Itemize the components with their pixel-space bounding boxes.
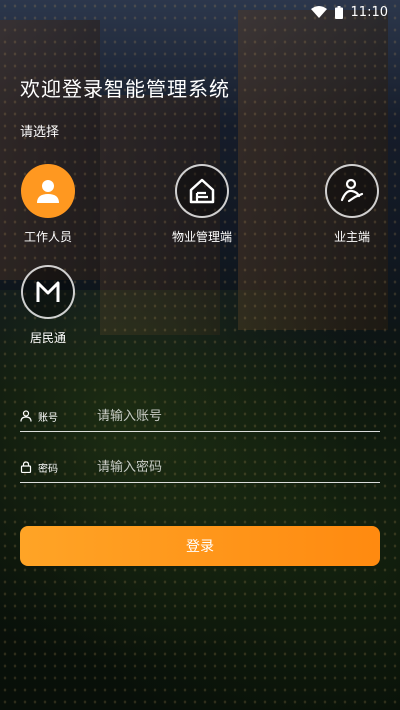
- account-input[interactable]: [95, 407, 359, 425]
- role-property-management[interactable]: 物业管理端: [162, 164, 242, 245]
- user-icon: [20, 410, 32, 422]
- login-screen: 11:10 欢迎登录智能管理系统 请选择 工作人员 物业管理端 业主端 居民通 …: [0, 0, 400, 710]
- owner-handshake-icon: [340, 178, 364, 203]
- login-button[interactable]: 登录: [20, 526, 380, 566]
- status-bar: 11:10: [0, 0, 400, 24]
- role-circle[interactable]: [325, 164, 379, 218]
- role-staff[interactable]: 工作人员: [8, 164, 88, 245]
- role-circle[interactable]: [21, 164, 75, 218]
- password-field: 密码: [20, 452, 380, 483]
- role-circle[interactable]: [21, 265, 75, 319]
- property-house-icon: [189, 178, 215, 204]
- role-prompt: 请选择: [20, 125, 60, 140]
- resident-m-icon: [36, 281, 60, 302]
- account-field: 账号: [20, 401, 380, 432]
- account-label: 账号: [38, 412, 58, 424]
- role-label: 物业管理端: [171, 230, 232, 244]
- role-label: 业主端: [333, 230, 370, 244]
- role-resident[interactable]: 居民通: [8, 265, 88, 346]
- password-input[interactable]: [95, 458, 359, 476]
- person-icon: [37, 180, 59, 203]
- status-time: 11:10: [350, 4, 388, 20]
- role-circle[interactable]: [175, 164, 229, 218]
- lock-icon: [20, 461, 32, 473]
- role-label: 工作人员: [23, 230, 72, 244]
- wifi-icon: [310, 6, 327, 18]
- role-owner[interactable]: 业主端: [312, 164, 392, 245]
- page-title: 欢迎登录智能管理系统: [20, 77, 230, 101]
- background-overlay: [0, 0, 400, 710]
- password-label: 密码: [38, 463, 58, 475]
- role-label: 居民通: [29, 331, 66, 345]
- battery-icon: [334, 5, 343, 19]
